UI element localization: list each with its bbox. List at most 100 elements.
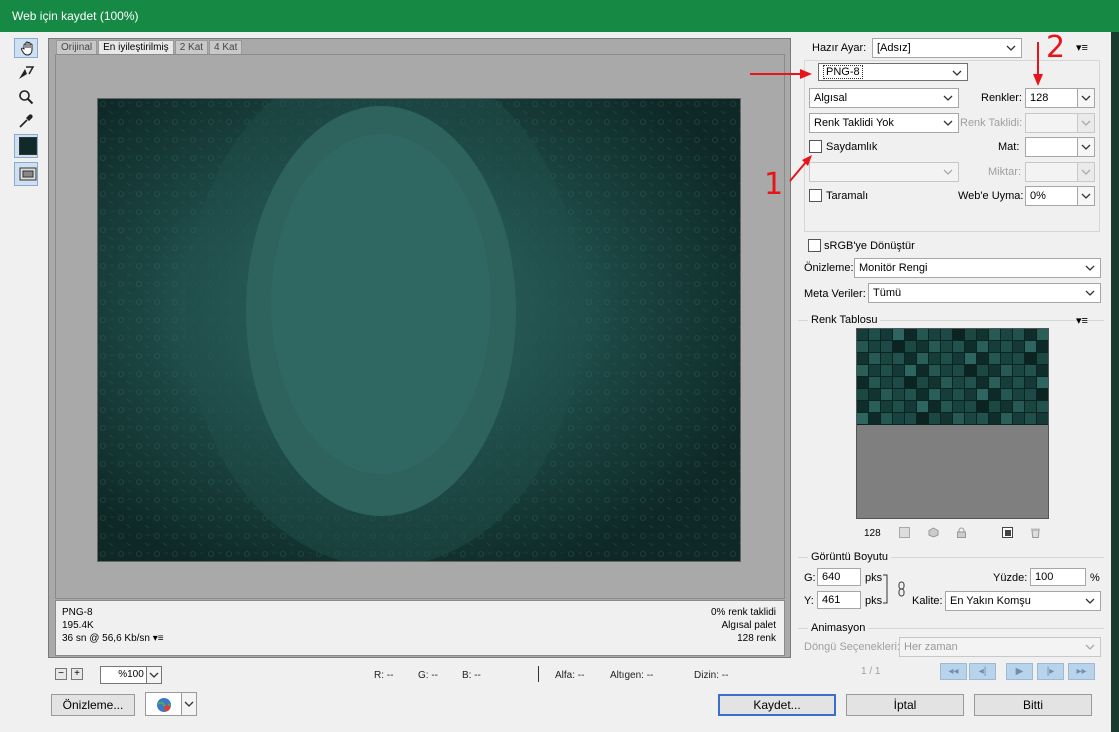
color-swatch[interactable] [989, 329, 1001, 341]
color-table[interactable] [856, 328, 1049, 519]
color-swatch[interactable] [881, 341, 893, 353]
tab-optimized[interactable]: En iyileştirilmiş [98, 40, 174, 54]
color-swatch[interactable] [881, 401, 893, 413]
color-swatch[interactable] [857, 353, 869, 365]
color-swatch[interactable] [929, 389, 941, 401]
color-swatch[interactable] [953, 389, 965, 401]
color-swatch[interactable] [1001, 353, 1013, 365]
color-swatch[interactable] [953, 401, 965, 413]
color-swatch[interactable] [1025, 365, 1037, 377]
color-swatch[interactable] [941, 413, 953, 425]
color-swatch[interactable] [953, 329, 965, 341]
color-swatch[interactable] [881, 365, 893, 377]
color-swatch[interactable] [929, 377, 941, 389]
zoom-out-button[interactable]: − [55, 668, 67, 680]
color-swatch[interactable] [929, 329, 941, 341]
convert-srgb-checkbox[interactable] [808, 239, 821, 252]
color-swatch[interactable] [893, 413, 905, 425]
color-swatch[interactable] [869, 365, 881, 377]
zoom-in-button[interactable]: + [71, 668, 83, 680]
color-swatch[interactable] [905, 341, 917, 353]
color-swatch[interactable] [941, 401, 953, 413]
color-swatch[interactable] [905, 365, 917, 377]
loop-options-select[interactable]: Her zaman [899, 637, 1101, 657]
color-swatch[interactable] [929, 401, 941, 413]
color-swatch[interactable] [869, 413, 881, 425]
color-swatch[interactable] [989, 401, 1001, 413]
color-swatch[interactable] [893, 365, 905, 377]
color-swatch[interactable] [905, 413, 917, 425]
color-swatch[interactable] [881, 389, 893, 401]
color-swatch[interactable] [965, 389, 977, 401]
save-button[interactable]: Kaydet... [718, 694, 836, 716]
trash-icon[interactable] [1030, 527, 1041, 538]
color-swatch[interactable] [1025, 377, 1037, 389]
color-swatch[interactable] [1013, 341, 1025, 353]
color-swatch[interactable] [1001, 329, 1013, 341]
color-swatch[interactable] [1025, 413, 1037, 425]
color-swatch[interactable] [869, 353, 881, 365]
color-swatch[interactable] [869, 377, 881, 389]
color-swatch[interactable] [905, 401, 917, 413]
first-frame-button[interactable]: ◂◂ [940, 663, 967, 680]
color-swatch[interactable] [1025, 389, 1037, 401]
browser-preview-button[interactable] [145, 692, 197, 716]
color-swatch[interactable] [917, 341, 929, 353]
optimized-image[interactable] [97, 98, 741, 562]
color-swatch[interactable] [893, 389, 905, 401]
color-swatch[interactable] [941, 329, 953, 341]
color-swatch[interactable] [857, 329, 869, 341]
color-swatch[interactable] [941, 353, 953, 365]
color-swatch[interactable] [941, 389, 953, 401]
color-swatch[interactable] [989, 353, 1001, 365]
color-swatch[interactable] [1037, 329, 1048, 341]
color-swatch[interactable] [941, 365, 953, 377]
color-swatch[interactable] [1001, 389, 1013, 401]
color-swatch[interactable] [953, 353, 965, 365]
color-swatch[interactable] [1025, 341, 1037, 353]
zoom-select[interactable]: %100 [100, 666, 162, 684]
color-swatch[interactable] [1013, 365, 1025, 377]
tab-4-up[interactable]: 4 Kat [209, 40, 243, 54]
color-swatch[interactable] [893, 353, 905, 365]
color-swatch[interactable] [917, 353, 929, 365]
web-shift-icon[interactable] [899, 527, 910, 538]
color-swatch[interactable] [1013, 353, 1025, 365]
last-frame-button[interactable]: ▸▸ [1068, 663, 1095, 680]
color-swatch[interactable] [1013, 413, 1025, 425]
color-swatch[interactable] [965, 353, 977, 365]
color-swatch[interactable] [977, 377, 989, 389]
color-swatch[interactable] [917, 377, 929, 389]
color-swatch[interactable] [1001, 377, 1013, 389]
color-swatch[interactable] [869, 329, 881, 341]
color-swatch[interactable] [1037, 353, 1048, 365]
color-swatch[interactable] [881, 353, 893, 365]
color-swatch[interactable] [893, 329, 905, 341]
lock-icon[interactable] [956, 527, 967, 538]
metadata-select[interactable]: Tümü [868, 283, 1101, 303]
swatch-grid[interactable] [857, 329, 1048, 425]
color-swatch[interactable] [905, 389, 917, 401]
preview-button[interactable]: Önizleme... [51, 694, 135, 716]
tab-original[interactable]: Orijinal [56, 40, 98, 54]
eyedropper-tool[interactable] [14, 110, 38, 132]
percent-input[interactable]: 100 [1030, 568, 1086, 586]
tab-2-up[interactable]: 2 Kat [174, 40, 209, 54]
zoom-tool[interactable] [14, 86, 38, 108]
color-swatch[interactable] [857, 401, 869, 413]
color-swatch[interactable] [1013, 377, 1025, 389]
slice-select-tool[interactable] [14, 62, 38, 84]
color-swatch[interactable] [929, 353, 941, 365]
color-swatch[interactable] [1037, 341, 1048, 353]
link-icon[interactable] [882, 574, 908, 604]
color-swatch[interactable] [977, 401, 989, 413]
next-frame-button[interactable]: |▸ [1037, 663, 1064, 680]
color-swatch[interactable] [941, 377, 953, 389]
color-swatch[interactable] [989, 389, 1001, 401]
color-swatch[interactable] [857, 377, 869, 389]
color-swatch[interactable] [1037, 377, 1048, 389]
color-swatch[interactable] [941, 341, 953, 353]
color-swatch[interactable] [965, 413, 977, 425]
color-swatch[interactable] [965, 401, 977, 413]
color-swatch[interactable] [893, 341, 905, 353]
